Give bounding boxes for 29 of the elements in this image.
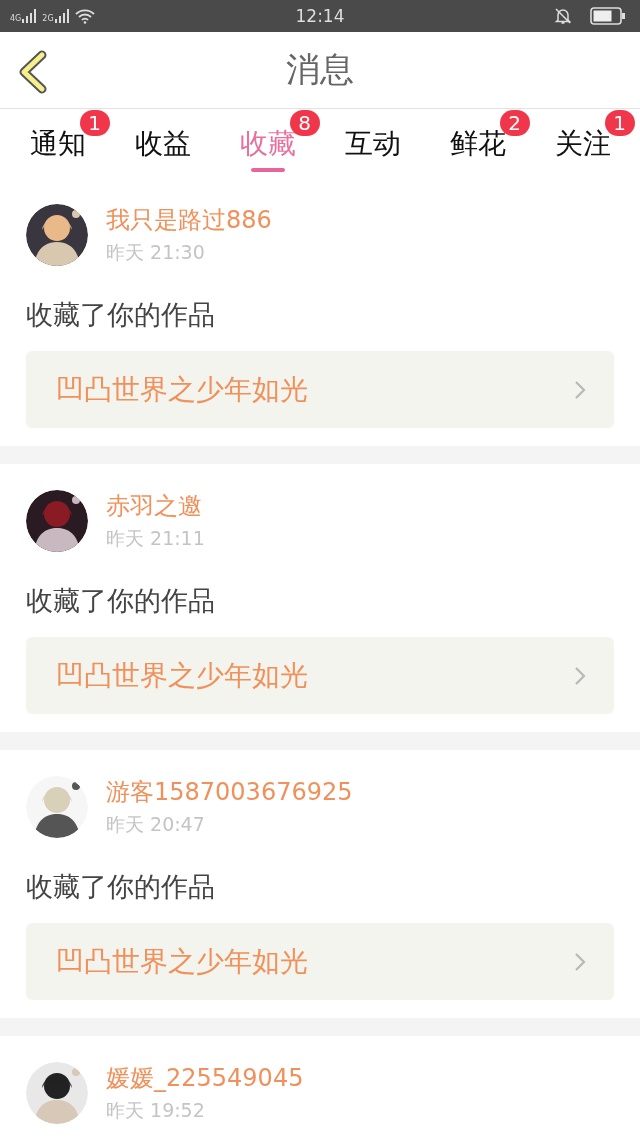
clock: 12:14 — [295, 6, 345, 26]
work-link[interactable]: 凹凸世界之少年如光 — [26, 637, 614, 714]
timestamp: 昨天 21:11 — [106, 526, 205, 550]
chevron-right-icon — [574, 379, 586, 400]
count-badge: 1 — [604, 110, 635, 136]
username[interactable]: 我只是路过886 — [106, 206, 272, 234]
timestamp: 昨天 20:47 — [106, 812, 206, 836]
message-text: 收藏了你的作品 — [26, 870, 216, 904]
tab[interactable]: 收益 — [132, 121, 193, 166]
timestamp: 昨天 19:52 — [106, 1098, 206, 1122]
signal-icon — [22, 9, 37, 23]
username[interactable]: 游客1587003676925 — [106, 778, 353, 806]
signal-icon — [54, 9, 69, 23]
wifi-icon — [74, 8, 95, 24]
tab[interactable]: 互动 — [342, 121, 403, 166]
timestamp: 昨天 21:30 — [106, 240, 206, 264]
page-title: 消息 — [286, 48, 354, 91]
work-link[interactable]: 凹凸世界之少年如光 — [26, 923, 614, 1000]
chevron-right-icon — [574, 665, 586, 686]
chevron-right-icon — [574, 951, 586, 972]
message-text: 收藏了你的作品 — [26, 298, 216, 332]
muted-bell-icon — [554, 7, 572, 25]
network-type: 2G — [42, 15, 54, 23]
message-text: 收藏了你的作品 — [26, 584, 216, 618]
username[interactable]: 赤羽之邀 — [106, 492, 205, 520]
work-link[interactable]: 凹凸世界之少年如光 — [26, 351, 614, 428]
username[interactable]: 媛媛_225549045 — [106, 1064, 304, 1092]
network-type: 4G — [10, 15, 22, 23]
battery-icon — [590, 7, 626, 25]
